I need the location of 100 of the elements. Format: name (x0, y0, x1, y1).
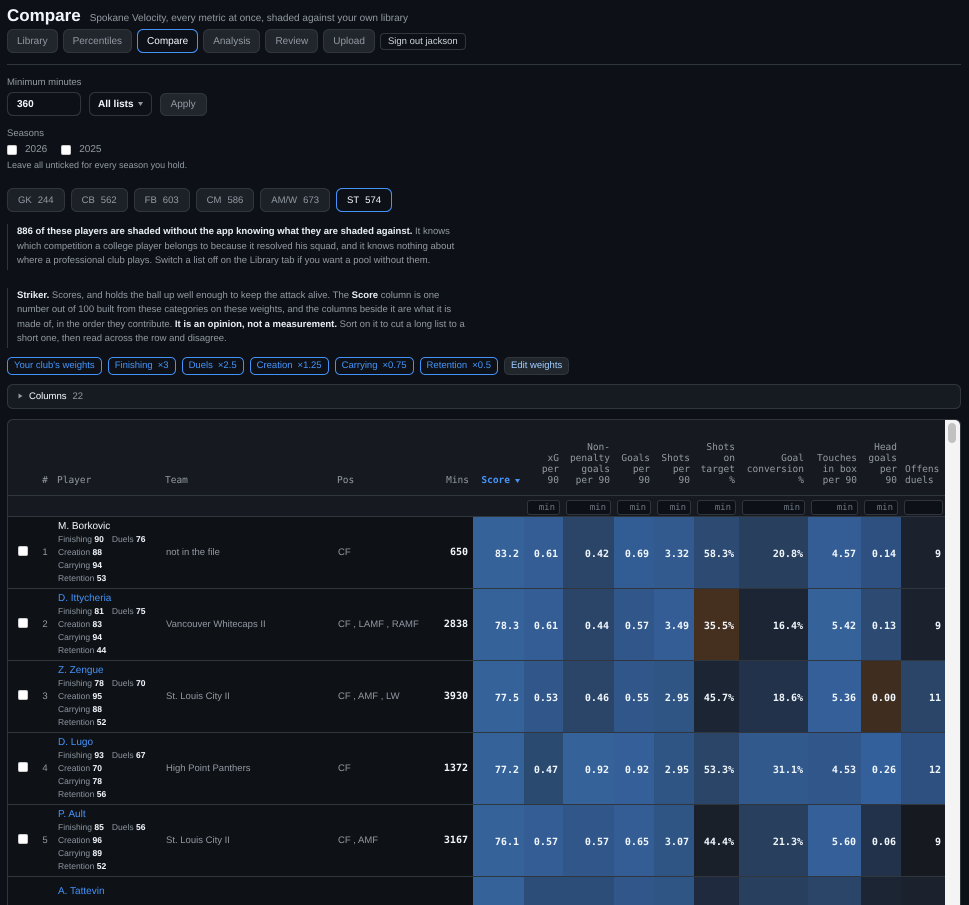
nav-tab[interactable]: Review (265, 29, 318, 53)
minutes-value: 3930 (444, 691, 468, 702)
category-score: Finishing 81 (58, 605, 104, 618)
row-checkbox[interactable] (18, 762, 28, 772)
category-score: Creation 95 (58, 690, 102, 703)
metric-cell: 3.49 (654, 588, 694, 660)
category-score: Retention 56 (58, 788, 106, 801)
position-chip[interactable]: CB 562 (70, 188, 128, 212)
metric-cell: 5.36 (808, 660, 861, 732)
row-checkbox[interactable] (18, 834, 28, 844)
min-filter-field[interactable]: min (617, 500, 651, 516)
rank-number: 1 (42, 547, 48, 558)
metric-cell: 0.14 (861, 516, 901, 588)
category-score: Retention 52 (58, 860, 106, 873)
weight-chip[interactable]: Duels ×2.5 (182, 356, 244, 374)
min-filter-field[interactable]: min (657, 500, 691, 516)
column-header[interactable]: Non-penalty goals per 90 (563, 420, 614, 496)
score-cell: 76.1 (473, 804, 524, 876)
column-header[interactable]: Shots on target % (694, 420, 739, 496)
category-score: Carrying 94 (58, 631, 102, 644)
scrollbar[interactable] (945, 420, 960, 905)
min-filter-field[interactable] (904, 500, 943, 516)
min-filter-field[interactable]: min (566, 500, 611, 516)
min-filter-field[interactable]: min (811, 500, 858, 516)
apply-button[interactable]: Apply (160, 92, 207, 116)
column-header[interactable]: Pos (333, 420, 437, 496)
column-header[interactable]: Player (53, 420, 161, 496)
metric-cell: 18.6% (739, 660, 808, 732)
column-header[interactable]: Goals per 90 (614, 420, 654, 496)
nav-tab[interactable]: Compare (137, 29, 198, 53)
min-filter-field[interactable]: min (864, 500, 898, 516)
metric-cell: 35.5% (694, 588, 739, 660)
field-label: Minimum minutes (7, 77, 82, 88)
player-name[interactable]: Z. Zengue (58, 664, 156, 677)
metric-cell: 0.00 (861, 660, 901, 732)
player-name[interactable]: D. Lugo (58, 736, 156, 749)
position-text: CF (338, 547, 351, 558)
position-chip[interactable]: CM 586 (196, 188, 254, 212)
weights-chip[interactable]: Your club's weights (7, 356, 102, 374)
metric-cell: 0.53 (524, 660, 563, 732)
minimum-minutes-field[interactable]: 360 (7, 92, 81, 116)
metric-cell: 0.42 (563, 516, 614, 588)
player-name[interactable]: D. Ittycheria (58, 592, 156, 605)
column-header[interactable]: Goal conversion % (739, 420, 808, 496)
nav-tab[interactable]: Upload (323, 29, 375, 53)
team-name: Vancouver Whitecaps II (166, 619, 266, 630)
category-score: Duels 70 (112, 677, 146, 690)
weight-chip[interactable]: Creation ×1.25 (250, 356, 329, 374)
column-header[interactable]: xG per 90 (524, 420, 563, 496)
min-filter-field[interactable]: min (527, 500, 560, 516)
team-name: St. Louis City II (166, 835, 230, 846)
column-header[interactable]: Touches in box per 90 (808, 420, 861, 496)
metric-cell: 9 (901, 804, 945, 876)
nav-tab[interactable]: Percentiles (62, 29, 132, 53)
weight-chip[interactable]: Retention ×0.5 (420, 356, 498, 374)
metric-cell: 5.60 (808, 804, 861, 876)
column-header[interactable]: Mins (437, 420, 473, 496)
category-score: Creation 83 (58, 618, 102, 631)
position-chip[interactable]: AM/W 673 (260, 188, 330, 212)
season-checkbox[interactable] (61, 144, 72, 154)
column-header[interactable]: Head goals per 90 (861, 420, 901, 496)
weight-chip[interactable]: Finishing ×3 (108, 356, 176, 374)
weight-chip[interactable]: Carrying ×0.75 (334, 356, 414, 374)
position-chip[interactable]: GK 244 (7, 188, 65, 212)
sign-out-button[interactable]: Sign out jackson (380, 32, 466, 50)
metric-cell: 0.44 (563, 588, 614, 660)
metric-cell: 4.53 (808, 732, 861, 804)
row-checkbox[interactable] (18, 690, 28, 700)
column-header[interactable]: Score (473, 420, 524, 496)
edit-weights-button[interactable]: Edit weights (504, 356, 570, 374)
category-score: Duels 76 (112, 533, 146, 546)
position-text: CF , AMF , LW (338, 691, 400, 702)
min-filter-field[interactable]: min (697, 500, 736, 516)
category-score: Carrying 78 (58, 775, 102, 788)
category-score: Duels 67 (112, 749, 146, 762)
metric-cell: 5.42 (808, 588, 861, 660)
nav-tab[interactable]: Analysis (203, 29, 260, 53)
metric-cell: 11 (901, 660, 945, 732)
category-score: Retention 52 (58, 716, 106, 729)
metric-cell: 21.3% (739, 804, 808, 876)
team-name: High Point Panthers (166, 763, 250, 774)
nav-tab[interactable]: Library (7, 29, 58, 53)
metric-cell: 3.32 (654, 516, 694, 588)
columns-toggle[interactable]: Columns 22 (7, 384, 961, 408)
player-name[interactable]: P. Ault (58, 808, 156, 821)
column-header[interactable]: Shots per 90 (654, 420, 694, 496)
column-header[interactable]: # (37, 420, 53, 496)
row-checkbox[interactable] (18, 618, 28, 628)
position-chip[interactable]: FB 603 (134, 188, 190, 212)
rank-number: 5 (42, 835, 48, 846)
metric-cell: 0.46 (563, 660, 614, 732)
field-label: Seasons (7, 128, 45, 139)
column-header[interactable]: Team (161, 420, 333, 496)
min-filter-field[interactable]: min (742, 500, 805, 516)
row-checkbox[interactable] (18, 546, 28, 556)
season-checkbox[interactable] (7, 144, 17, 154)
metric-cell: 0.92 (614, 732, 654, 804)
position-chip[interactable]: ST 574 (336, 188, 392, 212)
list-select[interactable]: All lists (89, 92, 152, 116)
metric-cell: 0.65 (614, 804, 654, 876)
